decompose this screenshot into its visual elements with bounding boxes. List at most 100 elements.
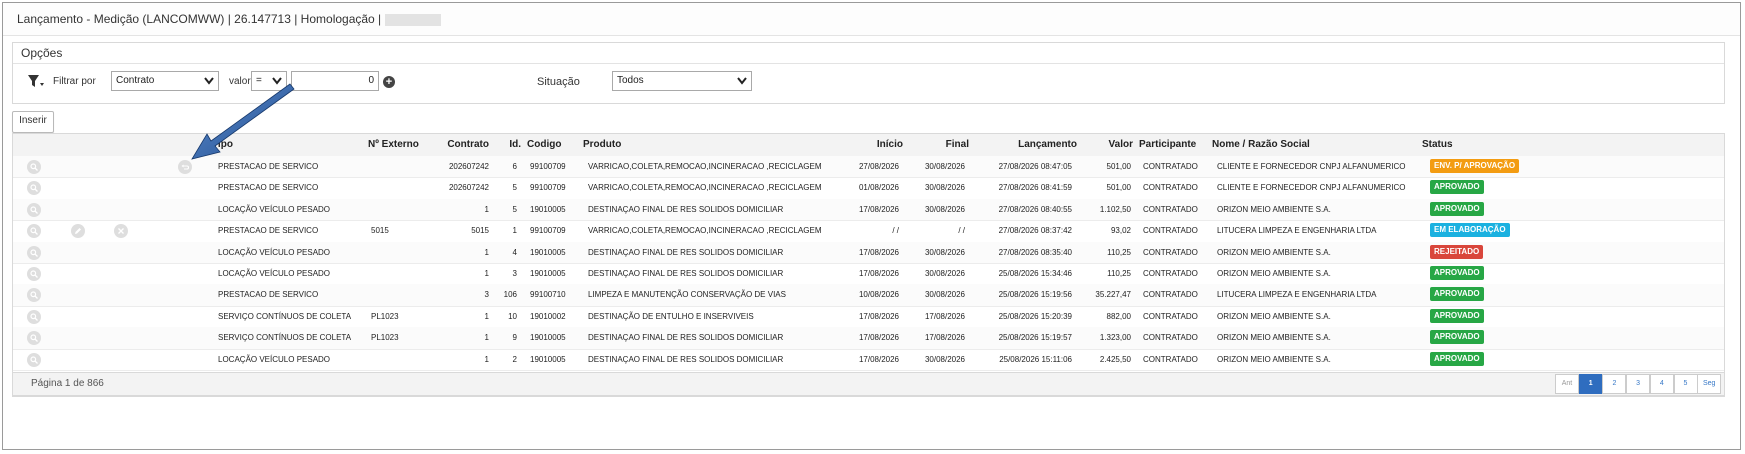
table-row[interactable]: PRESTACAO DE SERVICO 3 106 99100710 LIMPEZA …: [13, 284, 1724, 307]
cell-id: 5: [512, 183, 517, 193]
cell-nome: ORIZON MEIO AMBIENTE S.A.: [1217, 204, 1331, 214]
table-row[interactable]: LOCAÇÃO VEÍCULO PESADO 1 4 19010005 DESTINAÇ…: [13, 241, 1724, 264]
cell-codigo: 99100709: [530, 183, 566, 193]
filter-value-input[interactable]: 0: [291, 71, 379, 91]
results-table: Tipo Nº Externo Contrato Id. Codigo Prod…: [12, 133, 1725, 397]
cell-valor: 35.227,47: [1095, 290, 1131, 300]
cell-externo: 5015: [371, 226, 389, 236]
col-nome[interactable]: Nome / Razão Social: [1212, 134, 1310, 156]
search-icon[interactable]: [27, 267, 41, 281]
col-externo[interactable]: Nº Externo: [368, 134, 419, 156]
search-icon[interactable]: [27, 224, 41, 239]
search-icon[interactable]: [27, 160, 41, 174]
cell-valor: 1.323,00: [1099, 333, 1131, 343]
page-next-button[interactable]: Seg: [1697, 374, 1722, 394]
status-badge: REJEITADO: [1430, 244, 1484, 259]
page-prev-button[interactable]: Ant: [1555, 374, 1579, 394]
cell-tipo: SERVIÇO CONTÍNUOS DE COLETA: [218, 311, 352, 321]
table-row[interactable]: SERVIÇO CONTÍNUOS DE COLETA PL1023 1 10 1901…: [13, 306, 1724, 329]
col-id[interactable]: Id.: [493, 134, 521, 156]
cell-lancamento: 27/08/2026 08:35:40: [998, 247, 1072, 257]
filter-field-select[interactable]: Contrato: [111, 71, 219, 91]
add-filter-icon[interactable]: +: [383, 76, 395, 88]
cell-final: 30/08/2026: [924, 354, 965, 364]
operator-select[interactable]: =: [251, 71, 287, 91]
table-row[interactable]: SERVIÇO CONTÍNUOS DE COLETA PL1023 1 9 19010…: [13, 327, 1724, 350]
window-title-bar: Lançamento - Medição (LANCOMWW) | 26.147…: [3, 3, 1740, 36]
cell-id: 6: [512, 162, 517, 171]
col-status[interactable]: Status: [1422, 134, 1453, 156]
cell-valor: 93,02: [1110, 226, 1131, 236]
table-row[interactable]: PRESTACAO DE SERVICO 202607242 6 99100709 VA…: [13, 156, 1724, 179]
options-panel: Opções Filtrar por Contrato valor = 0 + …: [12, 42, 1725, 104]
search-icon[interactable]: [27, 245, 41, 260]
cell-contrato: 5015: [471, 226, 489, 236]
search-icon[interactable]: [27, 202, 41, 217]
table-row[interactable]: PRESTACAO DE SERVICO 202607242 5 99100709 VA…: [13, 177, 1724, 200]
cell-produto: DESTINAÇAO FINAL DE RES SOLIDOS DOMICILI…: [588, 354, 784, 364]
cell-lancamento: 25/08/2026 15:11:06: [999, 354, 1072, 364]
table-row[interactable]: LOCAÇÃO VEÍCULO PESADO 1 3 19010005 DESTINAÇ…: [13, 263, 1724, 286]
insert-button[interactable]: Inserir: [12, 111, 54, 133]
cell-participante: CONTRATADO: [1143, 226, 1198, 236]
edit-icon[interactable]: [71, 224, 85, 239]
col-final[interactable]: Final: [899, 134, 969, 156]
search-icon[interactable]: [27, 309, 41, 324]
col-lancamento[interactable]: Lançamento: [973, 134, 1077, 156]
table-row[interactable]: PRESTACAO DE SERVICO 5015 5015 1 99100709 VAR…: [13, 220, 1724, 243]
table-header: Tipo Nº Externo Contrato Id. Codigo Prod…: [13, 134, 1724, 157]
col-inicio[interactable]: Início: [833, 134, 903, 156]
col-codigo[interactable]: Codigo: [527, 134, 561, 156]
page-2-button[interactable]: 2: [1602, 374, 1627, 394]
page-3-button[interactable]: 3: [1626, 374, 1651, 394]
cell-codigo: 19010005: [530, 247, 566, 257]
cell-lancamento: 27/08/2026 08:41:59: [998, 183, 1072, 193]
cell-produto: DESTINAÇÃO DE ENTULHO E INSERVIVEIS: [588, 311, 754, 321]
cell-participante: CONTRATADO: [1143, 183, 1198, 193]
cell-nome: ORIZON MEIO AMBIENTE S.A.: [1217, 269, 1331, 278]
undo-icon[interactable]: [178, 160, 192, 174]
situation-value: Todos: [617, 75, 644, 86]
window-title: Lançamento - Medição (LANCOMWW) | 26.147…: [17, 12, 382, 26]
cell-id: 9: [512, 333, 517, 343]
col-contrato[interactable]: Contrato: [431, 134, 489, 156]
delete-icon[interactable]: [114, 224, 128, 239]
status-badge: APROVADO: [1430, 351, 1484, 366]
cell-valor: 501,00: [1106, 183, 1131, 193]
cell-nome: ORIZON MEIO AMBIENTE S.A.: [1217, 333, 1331, 343]
cell-nome: ORIZON MEIO AMBIENTE S.A.: [1217, 354, 1331, 364]
cell-nome: ORIZON MEIO AMBIENTE S.A.: [1217, 247, 1331, 257]
cell-participante: CONTRATADO: [1143, 311, 1198, 321]
table-row[interactable]: LOCAÇÃO VEÍCULO PESADO 1 5 19010005 DESTINAÇ…: [13, 198, 1724, 222]
page-5-button[interactable]: 5: [1673, 374, 1698, 394]
search-icon[interactable]: [27, 352, 41, 367]
search-icon[interactable]: [27, 288, 41, 303]
status-badge: APROVADO: [1430, 201, 1484, 216]
col-participante[interactable]: Participante: [1139, 134, 1196, 156]
table-row[interactable]: LOCAÇÃO VEÍCULO PESADO 1 2 19010005 DESTINAÇ…: [13, 349, 1724, 371]
col-tipo[interactable]: Tipo: [212, 134, 233, 156]
status-badge: APROVADO: [1430, 266, 1484, 280]
cell-lancamento: 25/08/2026 15:20:39: [998, 311, 1072, 321]
status-badge: EM ELABORAÇÃO: [1430, 223, 1510, 238]
col-produto[interactable]: Produto: [583, 134, 621, 156]
cell-inicio: 17/08/2026: [858, 333, 899, 343]
cell-tipo: PRESTACAO DE SERVICO: [218, 183, 319, 193]
cell-participante: CONTRATADO: [1143, 354, 1198, 364]
cell-contrato: 202607242: [448, 162, 489, 171]
filter-funnel-icon[interactable]: [27, 73, 45, 91]
cell-inicio: 17/08/2026: [858, 354, 899, 364]
cell-id: 10: [508, 311, 517, 321]
page-4-button[interactable]: 4: [1649, 374, 1674, 394]
cell-externo: PL1023: [371, 333, 399, 343]
cell-codigo: 99100709: [530, 226, 566, 236]
cell-contrato: 3: [484, 290, 489, 300]
cell-tipo: PRESTACAO DE SERVICO: [218, 226, 319, 236]
search-icon[interactable]: [27, 331, 41, 346]
cell-final: 30/08/2026: [924, 183, 965, 193]
search-icon[interactable]: [27, 181, 41, 196]
col-valor[interactable]: Valor: [1073, 134, 1133, 156]
cell-final: 30/08/2026: [924, 269, 965, 278]
situation-select[interactable]: Todos: [612, 71, 752, 91]
page-1-button[interactable]: 1: [1578, 374, 1603, 394]
